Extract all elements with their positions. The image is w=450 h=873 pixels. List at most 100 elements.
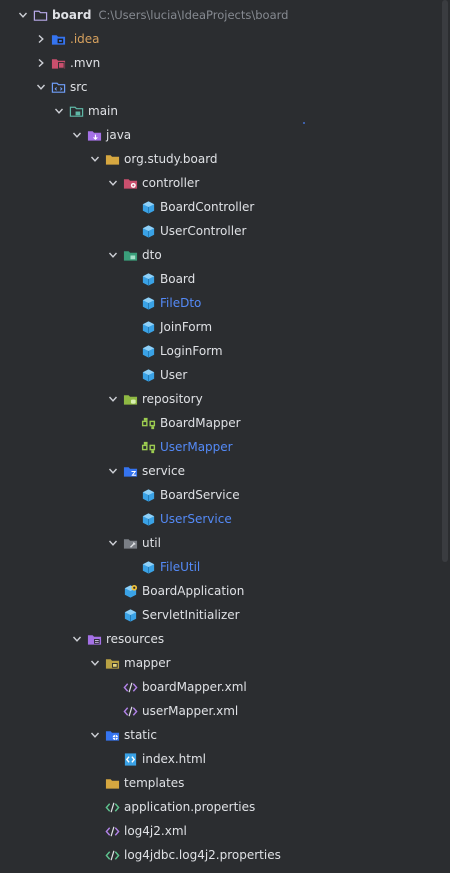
tree-item-label: BoardMapper xyxy=(160,416,241,430)
chevron-down-icon[interactable] xyxy=(52,103,66,119)
java-source-folder-icon xyxy=(86,127,102,143)
tree-row-loginform[interactable]: LoginForm xyxy=(0,339,450,363)
tree-row-servletinitializer[interactable]: ServletInitializer xyxy=(0,603,450,627)
chevron-down-icon[interactable] xyxy=(106,247,120,263)
tree-row-fileutil[interactable]: FileUtil xyxy=(0,555,450,579)
tree-row-usercontroller[interactable]: UserController xyxy=(0,219,450,243)
tree-row-dto[interactable]: dto xyxy=(0,243,450,267)
mvn-folder-icon xyxy=(50,55,66,71)
properties-file-icon xyxy=(104,799,120,815)
project-tree: board C:\Users\lucia\IdeaProjects\board .i… xyxy=(0,3,450,867)
tree-item-label: resources xyxy=(106,632,165,646)
tree-row-boardapplication[interactable]: BoardApplication xyxy=(0,579,450,603)
repository-folder-icon xyxy=(122,391,138,407)
class-icon xyxy=(122,607,138,623)
tree-item-label: .mvn xyxy=(70,56,101,70)
tree-item-label: LoginForm xyxy=(160,344,223,358)
tree-row-java[interactable]: java xyxy=(0,123,450,147)
tree-row-board[interactable]: Board xyxy=(0,267,450,291)
chevron-down-icon[interactable] xyxy=(106,535,120,551)
tree-row-usermapper[interactable]: UserMapper xyxy=(0,435,450,459)
tree-row-application-properties[interactable]: application.properties xyxy=(0,795,450,819)
tree-item-label: .idea xyxy=(70,32,100,46)
tree-row-log4j2-xml[interactable]: log4j2.xml xyxy=(0,819,450,843)
class-icon xyxy=(140,367,156,383)
tree-row-log4jdbc-log4j2-properties[interactable]: log4jdbc.log4j2.properties xyxy=(0,843,450,867)
tree-row-idea[interactable]: .idea xyxy=(0,27,450,51)
tree-item-label: templates xyxy=(124,776,185,790)
tree-row-filedto[interactable]: FileDto xyxy=(0,291,450,315)
tree-row-mvn[interactable]: .mvn xyxy=(0,51,450,75)
tree-row-user[interactable]: User xyxy=(0,363,450,387)
tree-row-resources[interactable]: resources xyxy=(0,627,450,651)
class-icon xyxy=(140,343,156,359)
tree-item-label: FileUtil xyxy=(160,560,201,574)
tree-row-joinform[interactable]: JoinForm xyxy=(0,315,450,339)
tree-item-label: UserController xyxy=(160,224,247,238)
chevron-right-icon[interactable] xyxy=(34,55,48,71)
tree-item-label: index.html xyxy=(142,752,206,766)
chevron-down-icon[interactable] xyxy=(88,727,102,743)
tree-item-label: static xyxy=(124,728,157,742)
tree-row-boardservice[interactable]: BoardService xyxy=(0,483,450,507)
tree-row-usermapper-xml[interactable]: userMapper.xml xyxy=(0,699,450,723)
chevron-down-icon[interactable] xyxy=(16,7,30,23)
tree-item-label: ServletInitializer xyxy=(142,608,240,622)
tree-item-label: dto xyxy=(142,248,162,262)
chevron-down-icon[interactable] xyxy=(106,463,120,479)
tree-row-boardmapper-xml[interactable]: boardMapper.xml xyxy=(0,675,450,699)
tree-item-label: src xyxy=(70,80,88,94)
tree-row-boardcontroller[interactable]: BoardController xyxy=(0,195,450,219)
tree-row-boardmapper[interactable]: BoardMapper xyxy=(0,411,450,435)
tree-row-userservice[interactable]: UserService xyxy=(0,507,450,531)
tree-item-label: BoardController xyxy=(160,200,255,214)
tree-row-util[interactable]: util xyxy=(0,531,450,555)
tree-item-label: log4jdbc.log4j2.properties xyxy=(124,848,281,862)
tree-row-org-study-board[interactable]: org.study.board xyxy=(0,147,450,171)
project-path: C:\Users\lucia\IdeaProjects\board xyxy=(98,8,289,22)
chevron-down-icon[interactable] xyxy=(106,175,120,191)
chevron-down-icon[interactable] xyxy=(70,127,84,143)
class-icon xyxy=(140,487,156,503)
class-icon xyxy=(140,559,156,575)
chevron-down-icon[interactable] xyxy=(106,391,120,407)
tree-row-board[interactable]: board C:\Users\lucia\IdeaProjects\board xyxy=(0,3,450,27)
service-folder-icon xyxy=(122,463,138,479)
tree-item-label: repository xyxy=(142,392,203,406)
resources-folder-icon xyxy=(86,631,102,647)
xml-file-icon xyxy=(122,703,138,719)
templates-folder-icon xyxy=(104,775,120,791)
spring-app-class-icon xyxy=(122,583,138,599)
controller-folder-icon xyxy=(122,175,138,191)
tree-row-service[interactable]: service xyxy=(0,459,450,483)
decorative-dot xyxy=(303,122,305,124)
util-folder-icon xyxy=(122,535,138,551)
tree-row-controller[interactable]: controller xyxy=(0,171,450,195)
vertical-scrollbar[interactable] xyxy=(442,0,448,562)
tree-item-label: UserMapper xyxy=(160,440,233,454)
class-icon xyxy=(140,199,156,215)
chevron-down-icon[interactable] xyxy=(34,79,48,95)
chevron-down-icon[interactable] xyxy=(70,631,84,647)
class-icon xyxy=(140,319,156,335)
tree-item-label: boardMapper.xml xyxy=(142,680,247,694)
tree-row-static[interactable]: static xyxy=(0,723,450,747)
dto-folder-icon xyxy=(122,247,138,263)
chevron-down-icon[interactable] xyxy=(88,151,102,167)
tree-item-label: log4j2.xml xyxy=(124,824,187,838)
tree-row-repository[interactable]: repository xyxy=(0,387,450,411)
tree-item-label: service xyxy=(142,464,185,478)
tree-row-index-html[interactable]: index.html xyxy=(0,747,450,771)
mapper-icon xyxy=(140,439,156,455)
properties-file-icon xyxy=(104,847,120,863)
tree-row-main[interactable]: main xyxy=(0,99,450,123)
tree-item-label: board xyxy=(52,8,92,22)
module-folder-icon xyxy=(68,103,84,119)
tree-row-mapper[interactable]: mapper xyxy=(0,651,450,675)
chevron-right-icon[interactable] xyxy=(34,31,48,47)
tree-row-src[interactable]: src xyxy=(0,75,450,99)
class-icon xyxy=(140,223,156,239)
chevron-down-icon[interactable] xyxy=(88,655,102,671)
tree-item-label: BoardService xyxy=(160,488,240,502)
tree-row-templates[interactable]: templates xyxy=(0,771,450,795)
